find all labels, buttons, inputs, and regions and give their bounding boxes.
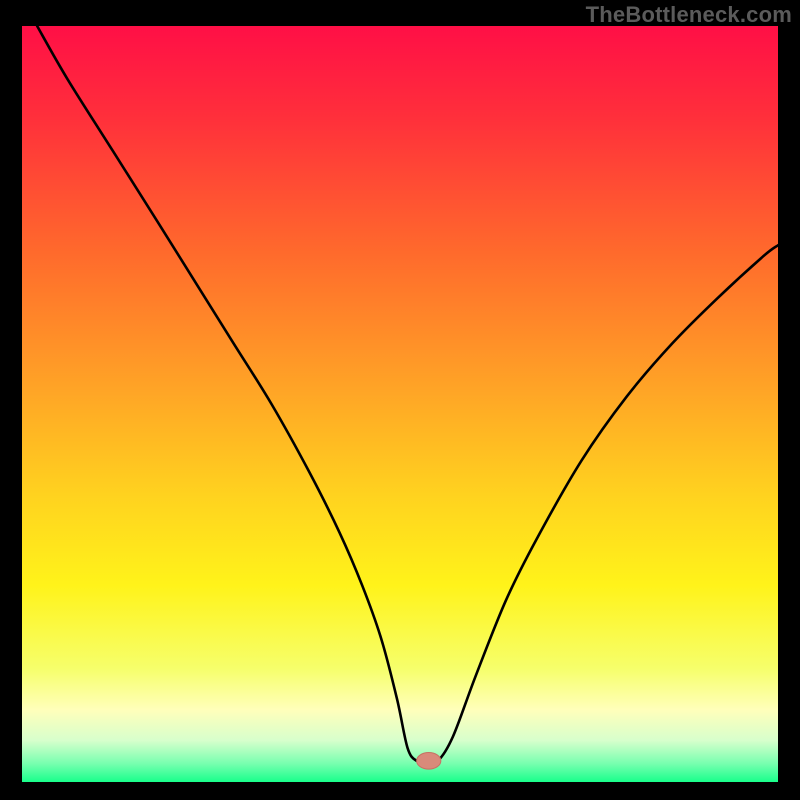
chart-stage: TheBottleneck.com [0, 0, 800, 800]
watermark-text: TheBottleneck.com [586, 2, 792, 28]
gradient-background [22, 26, 778, 782]
bottleneck-chart [22, 26, 778, 782]
optimal-marker [417, 753, 441, 770]
